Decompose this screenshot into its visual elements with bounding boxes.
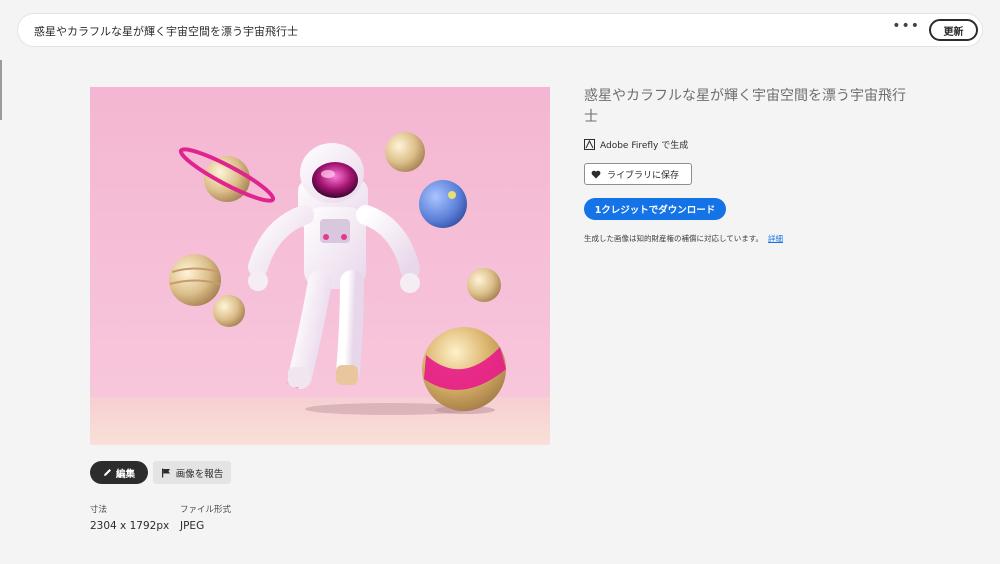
dimensions-label: 寸法: [90, 505, 108, 515]
pencil-icon: [103, 469, 111, 476]
firefly-icon: [584, 139, 595, 150]
more-icon[interactable]: •••: [892, 18, 920, 34]
file-format-label: ファイル形式: [180, 505, 232, 515]
prompt-bar: 惑星やカラフルな星が輝く宇宙空間を漂う宇宙飛行士 ••• 更新: [17, 13, 983, 47]
save-to-library-button[interactable]: ライブラリに保存: [584, 163, 692, 185]
details-link[interactable]: 詳細: [768, 234, 783, 243]
file-format-value: JPEG: [180, 520, 205, 532]
edit-button[interactable]: 編集: [90, 461, 148, 484]
refresh-button[interactable]: 更新: [929, 19, 978, 41]
ip-notice: 生成した画像は知的財産権の補償に対応しています。 詳細: [584, 233, 783, 244]
prompt-text[interactable]: 惑星やカラフルな星が輝く宇宙空間を漂う宇宙飛行士: [34, 23, 298, 39]
firefly-credit-text: Adobe Firefly で生成: [600, 141, 689, 151]
edit-label: 編集: [115, 468, 135, 480]
image-title: 惑星やカラフルな星が輝く宇宙空間を漂う宇宙飛行士: [584, 88, 906, 125]
download-button[interactable]: 1クレジットでダウンロード: [584, 198, 726, 220]
ip-notice-text: 生成した画像は知的財産権の補償に対応しています。: [584, 234, 764, 243]
window-edge: [0, 60, 2, 120]
heart-icon: [591, 170, 601, 178]
flag-icon: [161, 468, 170, 477]
report-label: 画像を報告: [175, 468, 224, 480]
firefly-credit: Adobe Firefly で生成: [584, 138, 688, 151]
save-label: ライブラリに保存: [607, 170, 680, 181]
astronaut-illustration: [90, 87, 550, 445]
dimensions-value: 2304 x 1792px: [90, 520, 170, 532]
report-image-button[interactable]: 画像を報告: [153, 461, 231, 484]
generated-image[interactable]: [90, 87, 550, 445]
